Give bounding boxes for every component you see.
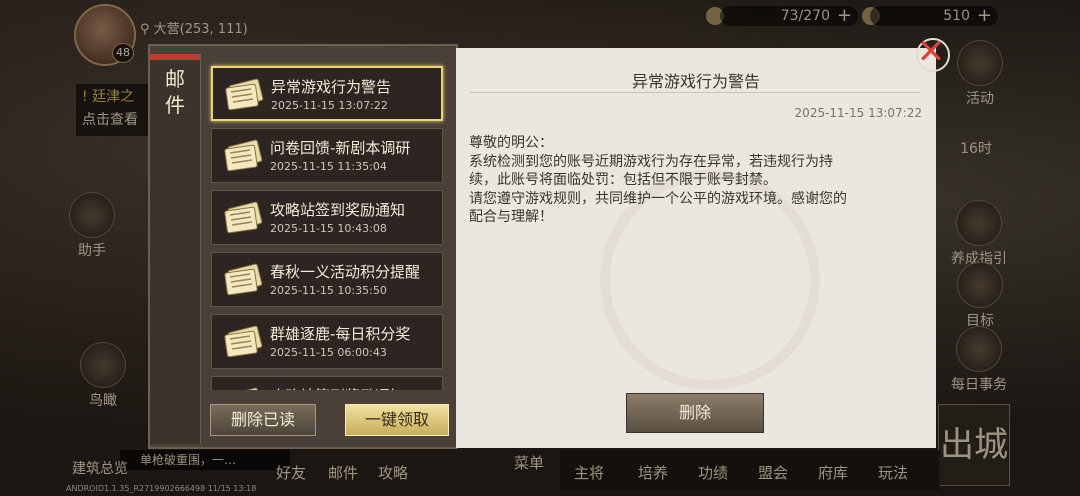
mail-item-date: 2025-11-15 06:00:43 <box>270 346 387 359</box>
mail-item-date: 2025-11-15 10:35:50 <box>270 284 387 297</box>
mail-list-item[interactable]: 异常游戏行为警告 2025-11-15 13:07:22 <box>211 66 443 121</box>
mail-detail-date: 2025-11-15 13:07:22 <box>794 106 922 120</box>
mail-item-title: 异常游戏行为警告 <box>271 78 392 96</box>
mail-list[interactable]: 异常游戏行为警告 2025-11-15 13:07:22 问卷回馈-新剧本调研 202… <box>205 56 453 390</box>
body-line: 配合与理解！ <box>469 209 553 225</box>
scroll-letter-icon <box>225 78 264 111</box>
body-line: 续，此账号将面临处罚：包括但不限于账号封禁。 <box>469 172 777 188</box>
mail-item-title: 群雄逐鹿-每日积分奖 <box>270 325 411 343</box>
divider <box>470 92 920 93</box>
mail-tab-label: 邮件 <box>165 67 185 117</box>
mail-tab-accent <box>150 54 200 60</box>
scroll-letter-icon <box>224 201 263 234</box>
claim-all-button[interactable]: 一键领取 <box>345 404 449 436</box>
mail-list-item[interactable]: 春秋一义活动积分提醒 2025-11-15 10:35:50 <box>211 252 443 307</box>
mail-item-title: 问卷回馈-新剧本调研 <box>270 139 411 157</box>
close-icon[interactable]: ✕ <box>914 35 948 70</box>
mail-list-item[interactable]: 攻略站签到奖励通知 2025-11-15 10:43:08 <box>211 190 443 245</box>
mail-list-item[interactable]: 攻略站签到奖励通知 <box>211 376 443 390</box>
mail-list-item[interactable]: 群雄逐鹿-每日积分奖 2025-11-15 06:00:43 <box>211 314 443 369</box>
scroll-letter-icon <box>224 325 263 358</box>
body-line: 系统检测到您的账号近期游戏行为存在异常，若违规行为持 <box>469 153 833 170</box>
mail-item-title: 攻略站签到奖励通知 <box>270 385 405 390</box>
scroll-letter-icon <box>227 387 263 390</box>
delete-read-button[interactable]: 删除已读 <box>210 404 316 436</box>
scroll-letter-icon <box>224 139 263 172</box>
body-line: 请您遵守游戏规则，共同维护一个公平的游戏环境。感谢您的 <box>469 190 847 207</box>
delete-mail-button[interactable]: 删除 <box>626 393 764 433</box>
mail-item-date: 2025-11-15 10:43:08 <box>270 222 387 235</box>
mail-item-date: 2025-11-15 11:35:04 <box>270 160 387 173</box>
body-line: 尊敬的明公： <box>469 135 553 151</box>
mail-item-title: 春秋一义活动积分提醒 <box>270 263 421 281</box>
mail-list-item[interactable]: 问卷回馈-新剧本调研 2025-11-15 11:35:04 <box>211 128 443 183</box>
mail-item-title: 攻略站签到奖励通知 <box>270 201 406 219</box>
mail-item-date: 2025-11-15 13:07:22 <box>271 99 388 112</box>
scroll-letter-icon <box>224 263 263 296</box>
mail-detail-body: 尊敬的明公： 系统检测到您的账号近期游戏行为存在异常，若违规行为持 续，此账号将… <box>469 134 919 227</box>
mail-detail-title: 异常游戏行为警告 <box>631 72 760 91</box>
